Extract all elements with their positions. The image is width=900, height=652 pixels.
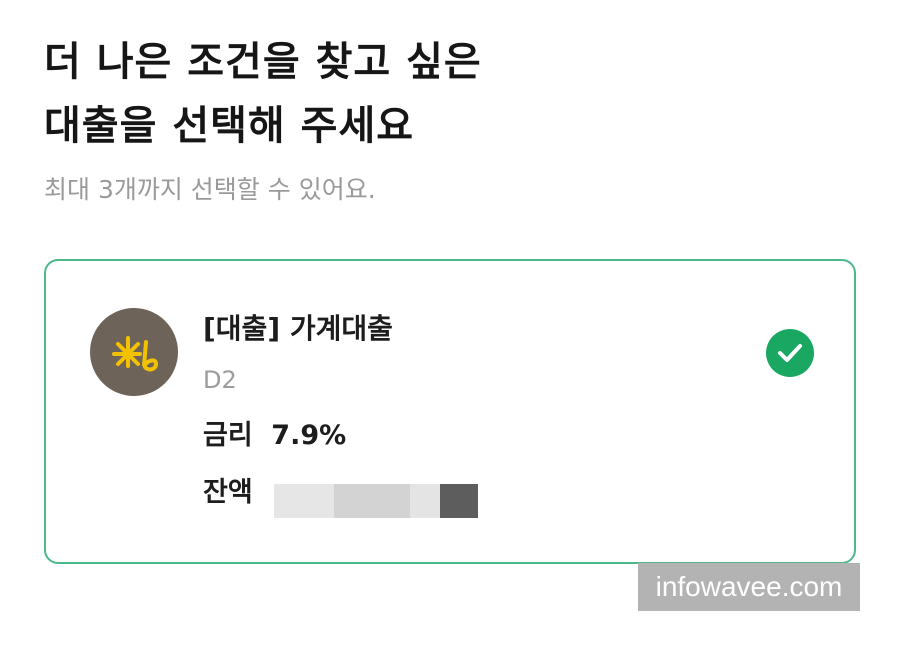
balance-value-redacted	[274, 482, 478, 518]
balance-row: 잔액	[203, 473, 253, 513]
loan-card[interactable]: [대출] 가계대출 D2 금리 7.9% 잔액	[44, 259, 856, 564]
watermark: infowavee.com	[638, 563, 860, 611]
loan-account-number: D2	[203, 366, 237, 394]
selection-limit-hint: 최대 3개까지 선택할 수 있어요.	[44, 175, 376, 204]
page-title: 더 나은 조건을 찾고 싶은 대출을 선택해 주세요	[44, 30, 482, 158]
kb-logo-icon	[90, 308, 178, 396]
loan-name: [대출] 가계대출	[203, 312, 393, 345]
interest-rate-value: 7.9%	[271, 420, 347, 451]
page-title-line-2: 대출을 선택해 주세요	[44, 103, 415, 149]
page-title-line-1: 더 나은 조건을 찾고 싶은	[44, 39, 482, 85]
interest-rate-row: 금리 7.9%	[203, 416, 346, 456]
balance-label: 잔액	[203, 477, 253, 508]
selected-check-icon[interactable]	[766, 329, 814, 377]
interest-rate-label: 금리	[203, 420, 253, 451]
